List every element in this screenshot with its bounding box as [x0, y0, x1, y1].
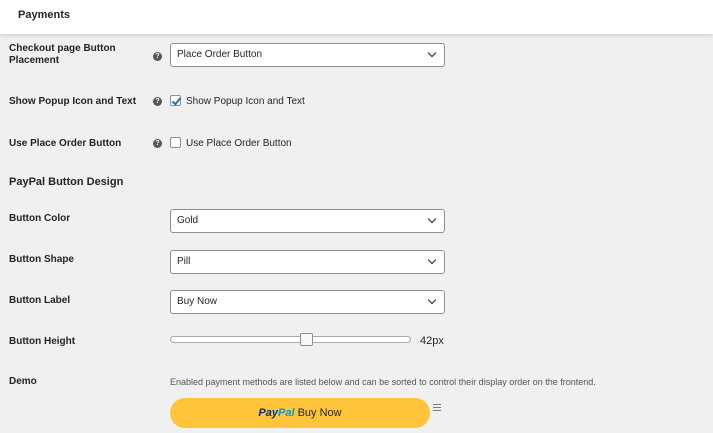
button-color-select[interactable]: Gold [170, 209, 445, 233]
button-shape-label: Button Shape [9, 254, 74, 265]
slider-thumb[interactable] [300, 333, 313, 346]
checkmark-icon [171, 95, 182, 106]
demo-description: Enabled payment methods are listed below… [170, 377, 596, 387]
button-color-label: Button Color [9, 213, 71, 224]
demo-label: Demo [9, 376, 37, 387]
drag-handle-icon[interactable] [433, 404, 441, 413]
use-place-order-checkbox-label[interactable]: Use Place Order Button [186, 138, 292, 149]
use-place-order-checkbox[interactable] [170, 137, 181, 148]
button-label-label: Button Label [9, 295, 71, 306]
paypal-logo-pay: Pay [258, 407, 278, 419]
button-height-label: Button Height [9, 336, 76, 347]
chevron-down-icon [427, 295, 437, 305]
section-heading: PayPal Button Design [9, 176, 124, 188]
use-place-order-label: Use Place Order Button [9, 138, 122, 149]
paypal-logo: PayPal [258, 407, 294, 419]
button-label-select[interactable]: Buy Now [170, 290, 445, 314]
chevron-down-icon [427, 48, 437, 58]
question-circle-icon[interactable]: ? [153, 97, 162, 106]
paypal-demo-button[interactable]: PayPal Buy Now [170, 398, 430, 428]
button-height-value: 42px [420, 335, 444, 347]
placement-label-line1: Checkout page Button [9, 43, 116, 54]
question-circle-icon[interactable]: ? [153, 139, 162, 148]
chevron-down-icon [427, 255, 437, 265]
paypal-logo-pal: Pal [277, 407, 295, 419]
question-circle-icon[interactable]: ? [153, 52, 162, 61]
placement-select[interactable]: Place Order Button [170, 43, 445, 67]
button-color-value: Gold [177, 215, 199, 226]
button-shape-select[interactable]: Pill [170, 250, 445, 274]
paypal-button-text: Buy Now [297, 407, 342, 419]
top-bar: Payments [0, 0, 713, 34]
popup-checkbox[interactable] [170, 95, 182, 106]
button-label-value: Buy Now [177, 296, 218, 307]
popup-checkbox-label[interactable]: Show Popup Icon and Text [186, 96, 305, 107]
placement-label-line2: Placement [9, 55, 60, 66]
chevron-down-icon [427, 214, 437, 224]
placement-select-value: Place Order Button [177, 49, 263, 60]
popup-label: Show Popup Icon and Text [9, 96, 137, 107]
button-height-slider[interactable] [170, 333, 411, 346]
placement-label: Checkout page Button Placement [9, 43, 116, 67]
button-shape-value: Pill [177, 256, 191, 267]
page-title: Payments [18, 9, 70, 21]
